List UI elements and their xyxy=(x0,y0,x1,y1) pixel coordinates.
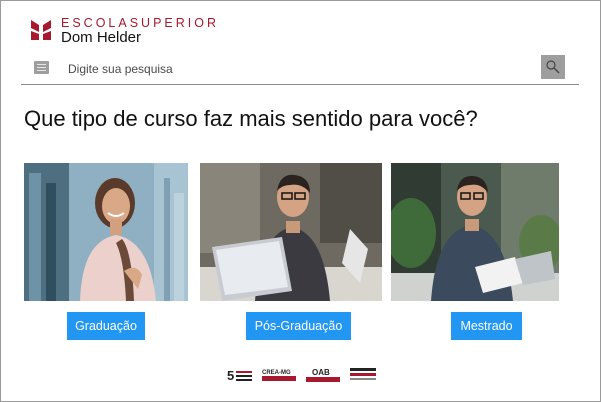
mestrado-image[interactable] xyxy=(391,163,559,301)
search-button[interactable] xyxy=(541,55,565,79)
pos-graduacao-button[interactable]: Pós-Graduação xyxy=(246,312,351,340)
mec-logo: 5 xyxy=(227,368,253,383)
svg-text:5: 5 xyxy=(227,368,234,382)
magnifier-icon xyxy=(546,60,560,74)
search-bar xyxy=(21,55,579,85)
logo-mark-icon xyxy=(31,20,51,40)
school-logo[interactable]: ESCOLASUPERIOR Dom Helder xyxy=(30,16,219,45)
graduacao-image[interactable] xyxy=(24,163,188,301)
menu-icon[interactable] xyxy=(34,61,49,74)
graduacao-button[interactable]: Graduação xyxy=(67,312,145,340)
partner-logos: 5 CREA-MG OAB xyxy=(0,368,601,383)
svg-text:CREA-MG: CREA-MG xyxy=(262,370,291,376)
svg-text:OAB: OAB xyxy=(312,368,330,377)
search-input[interactable] xyxy=(68,59,528,79)
crea-mg-logo: CREA-MG xyxy=(262,368,298,382)
mestrado-button[interactable]: Mestrado xyxy=(451,312,522,340)
page-title: Que tipo de curso faz mais sentido para … xyxy=(24,106,478,131)
logo-top-text: ESCOLASUPERIOR xyxy=(61,16,220,30)
instituicao-logo xyxy=(350,368,380,382)
oab-logo: OAB xyxy=(306,368,342,382)
pos-graduacao-image[interactable] xyxy=(200,163,382,301)
logo-bottom-text: Dom Helder xyxy=(61,29,142,46)
